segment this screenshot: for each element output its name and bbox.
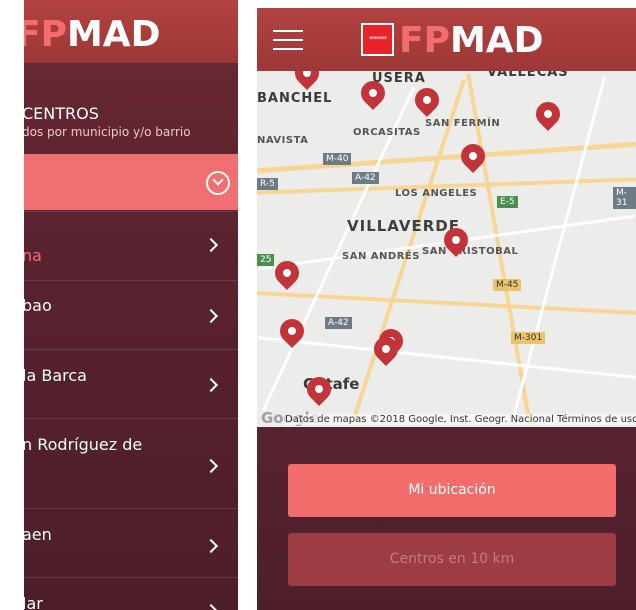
list-item-label: n Rodríguez de <box>24 435 143 454</box>
map-label: VILLAVERDE <box>347 217 461 235</box>
chevron-right-icon <box>203 308 219 324</box>
chevron-right-icon <box>203 538 219 554</box>
logo-fp: FP <box>399 20 450 61</box>
list-item[interactable]: bao <box>24 280 238 349</box>
map-screen: ******* FPMAD USERA VALLECAS BANCHEL SAN… <box>257 8 636 610</box>
road-shield: M-45 <box>493 279 522 291</box>
list-item[interactable]: la Barca <box>24 349 238 418</box>
list-item[interactable]: lar <box>24 577 238 610</box>
road-shield: A-42 <box>325 317 352 329</box>
chevron-right-icon <box>203 458 219 474</box>
section-title: CENTROS <box>24 104 99 123</box>
chevron-right-icon <box>203 237 219 253</box>
list-item-label: na <box>24 246 42 265</box>
list-item-label: la Barca <box>24 366 87 385</box>
list-item[interactable]: n Rodríguez de <box>24 418 238 508</box>
chevron-right-icon <box>203 603 219 610</box>
map-label: SAN FERMÍN <box>425 118 501 129</box>
map-label: VALLECAS <box>487 71 569 80</box>
road-shield: A-42 <box>352 172 379 184</box>
logo-mad: MAD <box>66 14 161 55</box>
road-shield: M-31 <box>613 187 636 209</box>
map-label: ORCASITAS <box>353 127 421 138</box>
logo-mad: MAD <box>449 20 544 61</box>
list-item[interactable]: na <box>24 211 238 280</box>
school-pin[interactable] <box>290 71 324 90</box>
chevron-right-icon <box>203 377 219 393</box>
app-logo: FPMAD <box>399 20 544 61</box>
road-shield: M-301 <box>511 332 546 344</box>
municipality-select[interactable] <box>24 154 238 210</box>
right-header: ******* FPMAD <box>257 8 636 71</box>
map-label: SAN CRISTOBAL <box>422 246 519 257</box>
section-subtitle: dos por municipio y/o barrio <box>24 125 191 139</box>
app-logo: FPMAD <box>24 14 161 55</box>
map-label: LOS ANGELES <box>395 188 478 199</box>
map-attribution[interactable]: Datos de mapas ©2018 Google, Inst. Geogr… <box>285 414 636 425</box>
logo-fp: FP <box>24 14 67 55</box>
map-label: BANCHEL <box>257 91 333 106</box>
chevron-down-circle-icon <box>206 171 230 195</box>
list-item[interactable]: aen <box>24 508 238 577</box>
nearby-centers-button[interactable]: Centros en 10 km <box>288 533 616 586</box>
school-pin[interactable] <box>531 97 565 131</box>
list-item-label: aen <box>24 525 52 544</box>
drawer-panel: FPMAD CENTROS dos por municipio y/o barr… <box>24 0 238 610</box>
my-location-button[interactable]: Mi ubicación <box>288 464 616 517</box>
madrid-flag-icon: ******* <box>361 23 394 56</box>
road-shield: M-40 <box>323 153 352 165</box>
map-label: SAN ANDRÉS <box>342 251 420 262</box>
flag-stars: ******* <box>368 35 388 43</box>
list-item-label: lar <box>24 594 43 610</box>
left-header: FPMAD <box>24 0 238 63</box>
map-view[interactable]: USERA VALLECAS BANCHEL SAN FERMÍN ORCASI… <box>257 71 636 427</box>
map-road <box>257 336 636 379</box>
map-label: NAVISTA <box>257 135 309 146</box>
road-shield: R-5 <box>257 178 278 190</box>
hamburger-menu-icon[interactable] <box>273 30 303 57</box>
list-item-label: bao <box>24 296 52 315</box>
road-shield: E-5 <box>497 196 518 208</box>
road-shield: 25 <box>257 254 275 266</box>
